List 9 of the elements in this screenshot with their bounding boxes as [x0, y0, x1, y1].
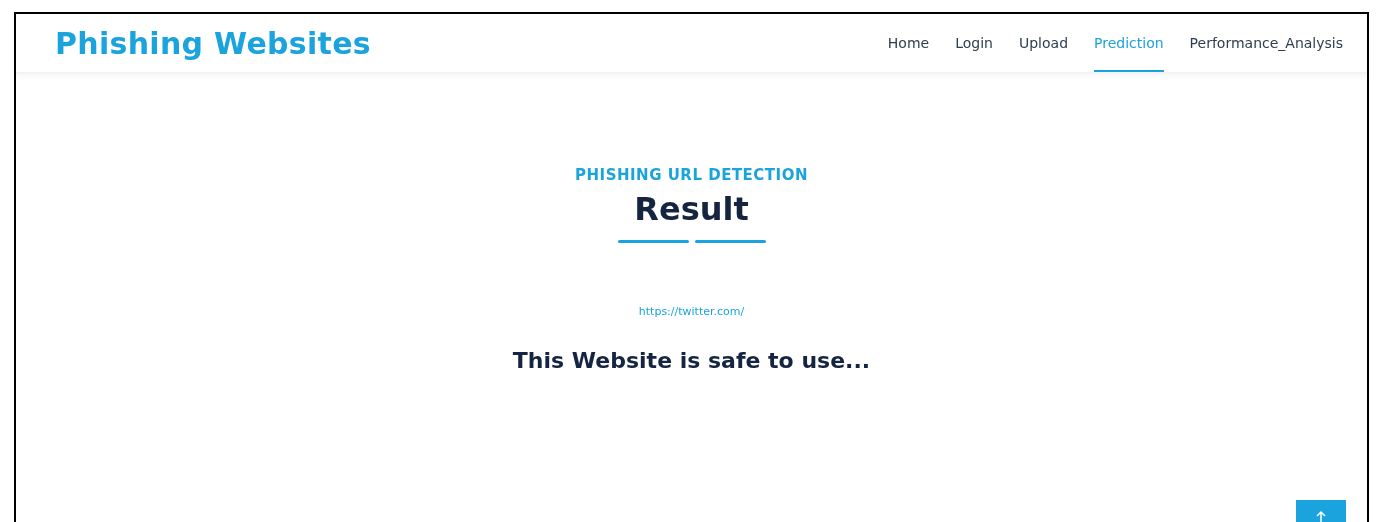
section-eyebrow: PHISHING URL DETECTION [575, 166, 808, 184]
nav-link[interactable]: Upload [1018, 14, 1069, 72]
nav-link[interactable]: Home [887, 14, 930, 72]
url-text: https://twitter.com/ [638, 305, 745, 318]
nav-link[interactable]: Performance_Analysis [1189, 14, 1343, 72]
section-title: Result [634, 190, 749, 228]
result-message: This Website is safe to use... [512, 348, 871, 373]
arrow-up-icon [1316, 510, 1326, 522]
nav-link[interactable]: Login [955, 14, 993, 72]
